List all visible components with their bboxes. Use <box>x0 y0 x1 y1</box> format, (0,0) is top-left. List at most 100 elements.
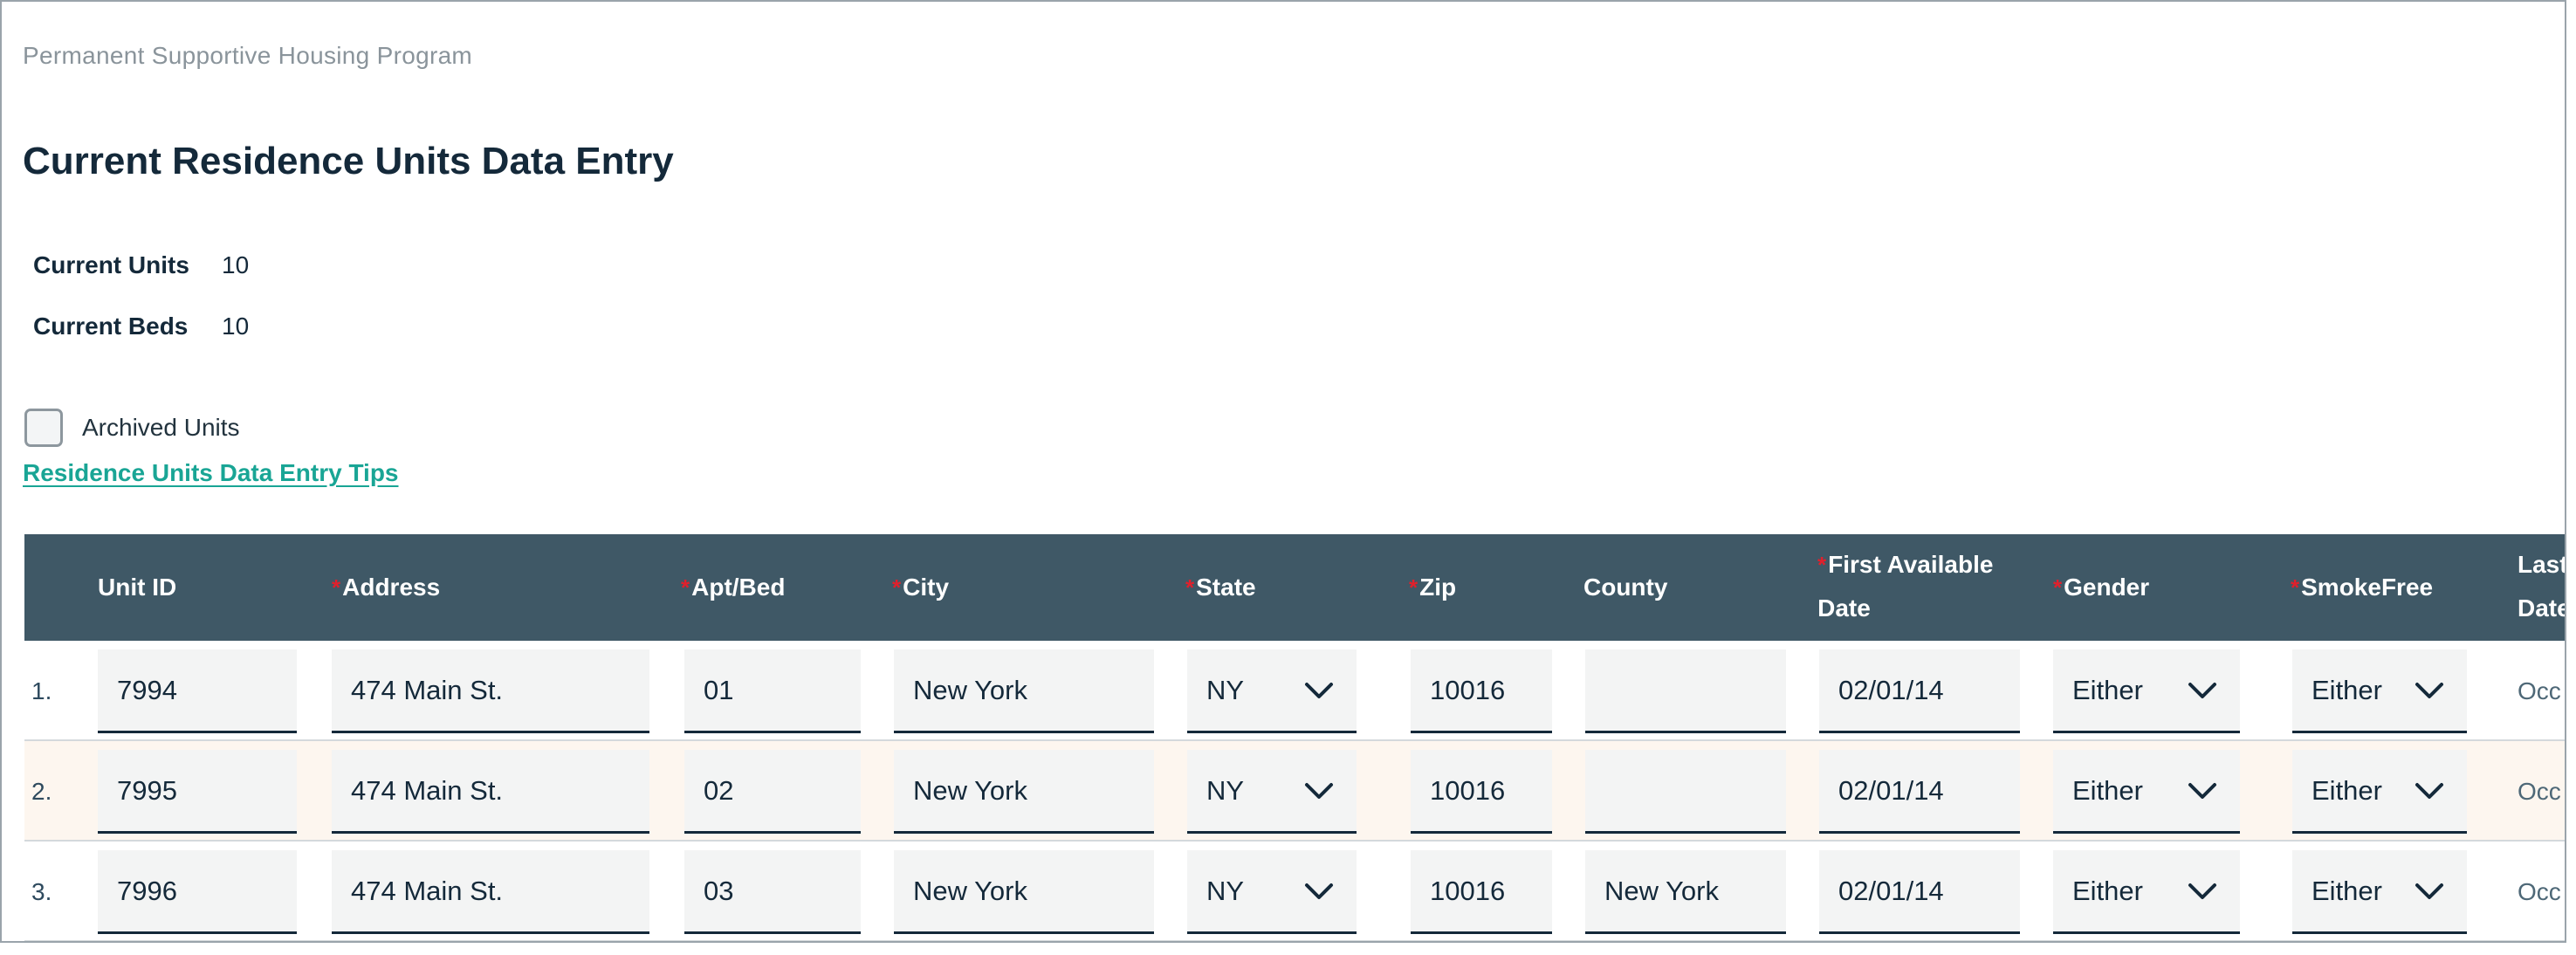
col-first-available-line1: First Available <box>1828 551 1994 578</box>
col-last-line1: Last <box>2518 551 2566 578</box>
archived-units-toggle[interactable]: Archived Units <box>24 409 240 447</box>
state-select[interactable]: NY <box>1187 649 1357 733</box>
city-input[interactable]: New York <box>894 649 1154 733</box>
county-input[interactable] <box>1585 750 1786 834</box>
col-first-available-line2: Date <box>1817 594 1871 622</box>
apt-bed-input[interactable]: 02 <box>684 750 861 834</box>
col-zip: * Zip <box>1409 534 1456 641</box>
state-select[interactable]: NY <box>1187 750 1357 834</box>
col-gender-label: Gender <box>2064 574 2150 601</box>
chevron-down-icon <box>2415 883 2443 899</box>
chevron-down-icon <box>2415 782 2443 799</box>
col-zip-label: Zip <box>1419 574 1457 601</box>
state-select[interactable]: NY <box>1187 850 1357 934</box>
first-available-date-input[interactable]: 02/01/14 <box>1819 750 2020 834</box>
city-input[interactable]: New York <box>894 850 1154 934</box>
col-state: * State <box>1185 534 1256 641</box>
current-units-stat: Current Units 10 <box>33 251 249 279</box>
col-last-label: Last Date <box>2518 543 2566 630</box>
apt-bed-input[interactable]: 03 <box>684 850 861 934</box>
unit-id-input[interactable]: 7995 <box>98 750 297 834</box>
required-mark: * <box>1185 574 1195 601</box>
col-apt-bed: * Apt/Bed <box>681 534 785 641</box>
archived-units-label: Archived Units <box>82 414 240 441</box>
current-beds-stat: Current Beds 10 <box>33 313 249 340</box>
city-input[interactable]: New York <box>894 750 1154 834</box>
address-input[interactable]: 474 Main St. <box>332 649 649 733</box>
current-units-label: Current Units <box>33 251 189 278</box>
gender-value: Either <box>2072 774 2143 806</box>
chevron-down-icon <box>1305 883 1333 899</box>
table-row: 1. 7994 474 Main St. 01 New York NY 1001… <box>24 641 2565 741</box>
row-number: 1. <box>31 677 52 704</box>
col-smokefree: * SmokeFree <box>2291 534 2433 641</box>
county-input[interactable]: New York <box>1585 850 1786 934</box>
apt-bed-input[interactable]: 01 <box>684 649 861 733</box>
current-beds-value: 10 <box>222 313 250 340</box>
col-last-date: Last Date <box>2518 534 2566 641</box>
col-gender: * Gender <box>2053 534 2149 641</box>
chevron-down-icon <box>2415 682 2443 698</box>
table-header: Unit ID * Address * Apt/Bed * City * Sta… <box>24 534 2566 641</box>
required-mark: * <box>681 574 690 601</box>
col-first-available-date: * First Available Date <box>1817 534 1993 641</box>
first-available-date-input[interactable]: 02/01/14 <box>1819 850 2020 934</box>
col-county: County <box>1583 534 1667 641</box>
col-city-label: City <box>903 574 950 601</box>
gender-select[interactable]: Either <box>2053 750 2240 834</box>
col-state-label: State <box>1196 574 1256 601</box>
gender-value: Either <box>2072 875 2143 906</box>
smokefree-select[interactable]: Either <box>2292 649 2467 733</box>
col-unit-id: Unit ID <box>98 534 176 641</box>
chevron-down-icon <box>2188 782 2216 799</box>
col-city: * City <box>892 534 949 641</box>
last-date-value: Occ <box>2518 677 2561 704</box>
last-date-value: Occ <box>2518 777 2561 805</box>
table-row: 3. 7996 474 Main St. 03 New York NY 1001… <box>24 842 2565 941</box>
gender-select[interactable]: Either <box>2053 850 2240 934</box>
col-last-line2: Date <box>2518 594 2566 622</box>
zip-input[interactable]: 10016 <box>1411 649 1552 733</box>
col-smokefree-label: SmokeFree <box>2301 574 2434 601</box>
required-mark: * <box>2291 574 2300 601</box>
last-date-value: Occ <box>2518 877 2561 905</box>
smokefree-select[interactable]: Either <box>2292 750 2467 834</box>
unit-id-input[interactable]: 7994 <box>98 649 297 733</box>
archived-units-checkbox[interactable] <box>24 409 63 447</box>
chevron-down-icon <box>1305 782 1333 799</box>
col-address-label: Address <box>342 574 441 601</box>
required-mark: * <box>1409 574 1419 601</box>
table-body: 1. 7994 474 Main St. 01 New York NY 1001… <box>24 641 2565 941</box>
first-available-date-input[interactable]: 02/01/14 <box>1819 649 2020 733</box>
col-apt-bed-label: Apt/Bed <box>691 574 786 601</box>
smokefree-select[interactable]: Either <box>2292 850 2467 934</box>
state-value: NY <box>1206 674 1245 705</box>
smokefree-value: Either <box>2312 875 2382 906</box>
data-entry-tips-link[interactable]: Residence Units Data Entry Tips <box>23 459 399 487</box>
zip-input[interactable]: 10016 <box>1411 750 1552 834</box>
gender-select[interactable]: Either <box>2053 649 2240 733</box>
gender-value: Either <box>2072 674 2143 705</box>
smokefree-value: Either <box>2312 774 2382 806</box>
units-table: Unit ID * Address * Apt/Bed * City * Sta… <box>24 534 2566 941</box>
smokefree-value: Either <box>2312 674 2382 705</box>
table-row: 2. 7995 474 Main St. 02 New York NY 1001… <box>24 741 2565 842</box>
page-title: Current Residence Units Data Entry <box>23 140 674 182</box>
zip-input[interactable]: 10016 <box>1411 850 1552 934</box>
current-beds-label: Current Beds <box>33 313 189 340</box>
required-mark: * <box>1817 552 1827 578</box>
unit-id-input[interactable]: 7996 <box>98 850 297 934</box>
row-number: 2. <box>31 777 52 805</box>
address-input[interactable]: 474 Main St. <box>332 850 649 934</box>
current-units-value: 10 <box>222 251 250 278</box>
county-input[interactable] <box>1585 649 1786 733</box>
col-unit-id-label: Unit ID <box>98 574 177 601</box>
chevron-down-icon <box>2188 883 2216 899</box>
program-name: Permanent Supportive Housing Program <box>23 42 473 69</box>
state-value: NY <box>1206 774 1245 806</box>
address-input[interactable]: 474 Main St. <box>332 750 649 834</box>
chevron-down-icon <box>2188 682 2216 698</box>
required-mark: * <box>332 574 341 601</box>
required-mark: * <box>2053 574 2063 601</box>
page: Permanent Supportive Housing Program Cur… <box>0 0 2566 943</box>
